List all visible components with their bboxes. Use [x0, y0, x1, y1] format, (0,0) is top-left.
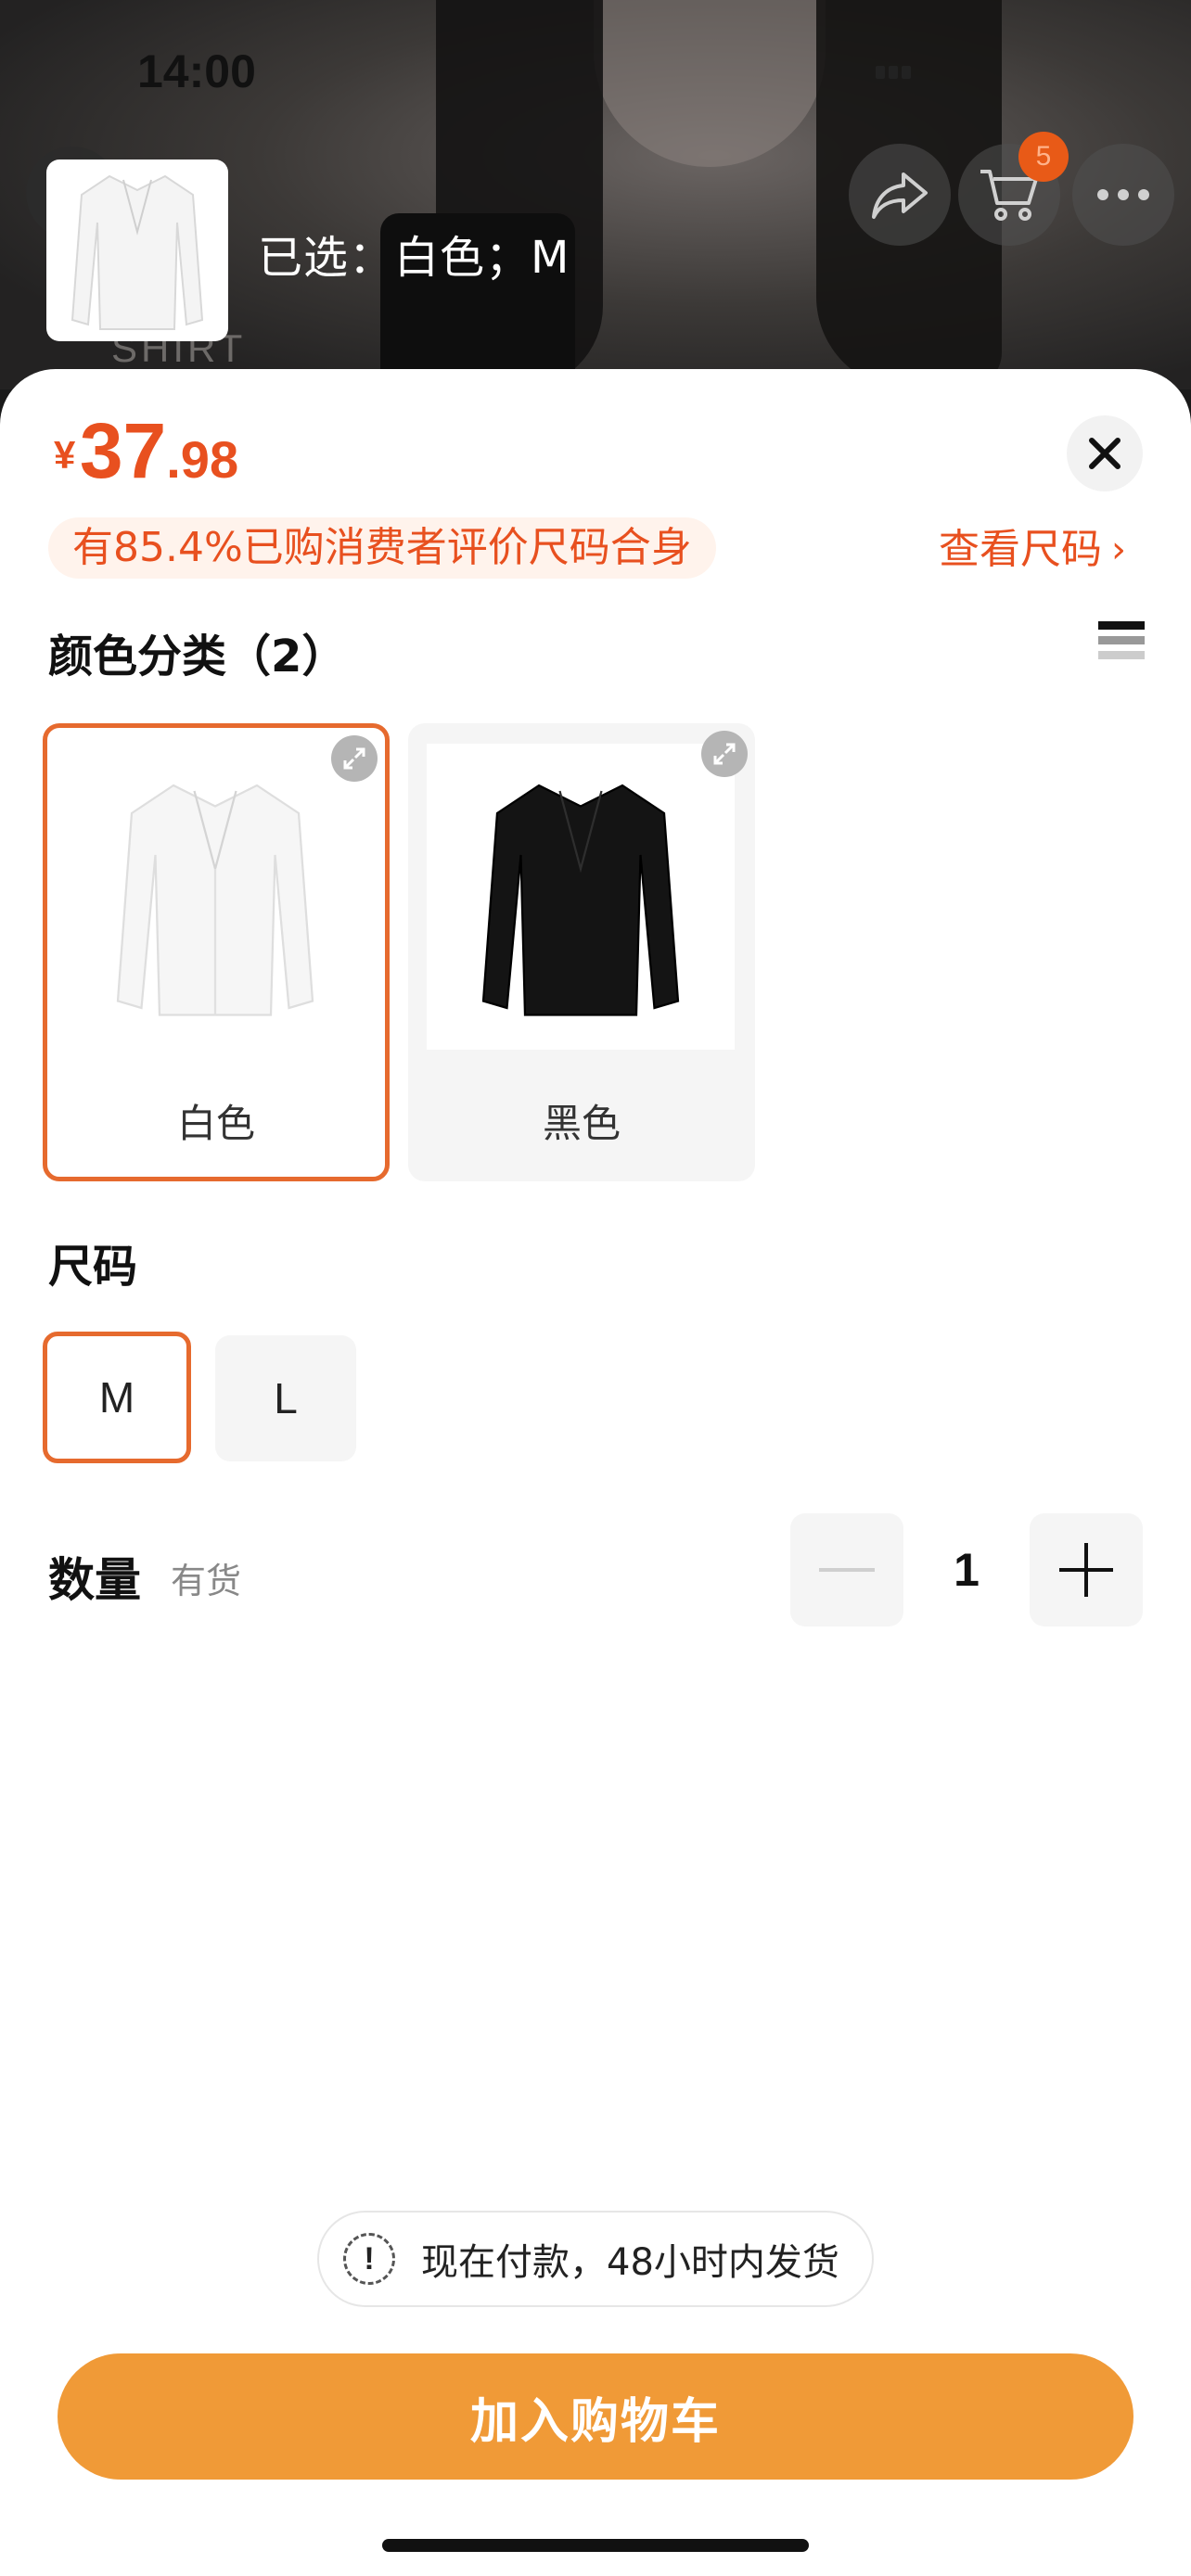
shipping-notice: ! 现在付款，48小时内发货 [317, 2211, 874, 2307]
size-section-title: 尺码 [48, 1241, 138, 1293]
white-cardigan-icon [70, 174, 204, 330]
price-decimal: .98 [166, 430, 239, 489]
stock-status: 有货 [171, 1561, 242, 1601]
quantity-value: 1 [954, 1544, 980, 1596]
plus-icon [1059, 1543, 1113, 1597]
close-icon [1089, 438, 1121, 469]
info-exclamation-icon: ! [343, 2233, 395, 2285]
expand-icon[interactable] [701, 731, 748, 777]
size-chart-link[interactable]: 查看尺码 › [939, 519, 1126, 580]
color-option-label: 黑色 [542, 1101, 621, 1146]
color-section-title: 颜色分类（2） [48, 631, 347, 682]
status-indicators [876, 65, 1117, 83]
more-dots-icon [1097, 189, 1149, 200]
color-option-black[interactable]: 黑色 [408, 723, 755, 1181]
size-fit-banner: 有85.4%已购消费者评价尺码合身 [48, 517, 716, 579]
share-button[interactable] [849, 144, 951, 246]
color-option-image [61, 744, 369, 1050]
share-icon [872, 172, 928, 219]
size-chart-label: 查看尺码 [939, 526, 1102, 573]
size-option-l[interactable]: L [215, 1335, 356, 1461]
minus-icon [819, 1568, 875, 1572]
list-layout-icon[interactable] [1098, 621, 1145, 675]
close-button[interactable] [1067, 415, 1143, 491]
black-cardigan-icon [481, 784, 680, 1016]
price-integer: 37 [79, 407, 167, 494]
price: ¥ 37.98 [54, 406, 238, 496]
status-time: 14:00 [137, 45, 256, 97]
selected-variant-text: 已选：白色；M [258, 232, 570, 284]
currency-symbol: ¥ [54, 433, 76, 477]
quantity-label: 数量 [48, 1553, 141, 1607]
quantity-decrease-button[interactable] [790, 1513, 903, 1626]
shipping-notice-text: 现在付款，48小时内发货 [421, 2241, 839, 2284]
more-button[interactable] [1072, 144, 1174, 246]
size-option-m[interactable]: M [43, 1332, 191, 1463]
chevron-right-icon: › [1111, 529, 1126, 571]
quantity-increase-button[interactable] [1030, 1513, 1143, 1626]
color-option-label: 白色 [176, 1101, 255, 1146]
white-cardigan-icon [116, 784, 314, 1016]
color-option-white[interactable]: 白色 [43, 723, 390, 1181]
home-indicator[interactable] [382, 2539, 809, 2552]
expand-icon[interactable] [331, 735, 378, 782]
add-to-cart-button[interactable]: 加入购物车 [58, 2353, 1133, 2480]
color-option-image [427, 744, 735, 1050]
selected-sku-thumbnail[interactable] [46, 159, 228, 341]
model-face [594, 0, 826, 167]
cart-count-badge: 5 [1018, 132, 1069, 182]
